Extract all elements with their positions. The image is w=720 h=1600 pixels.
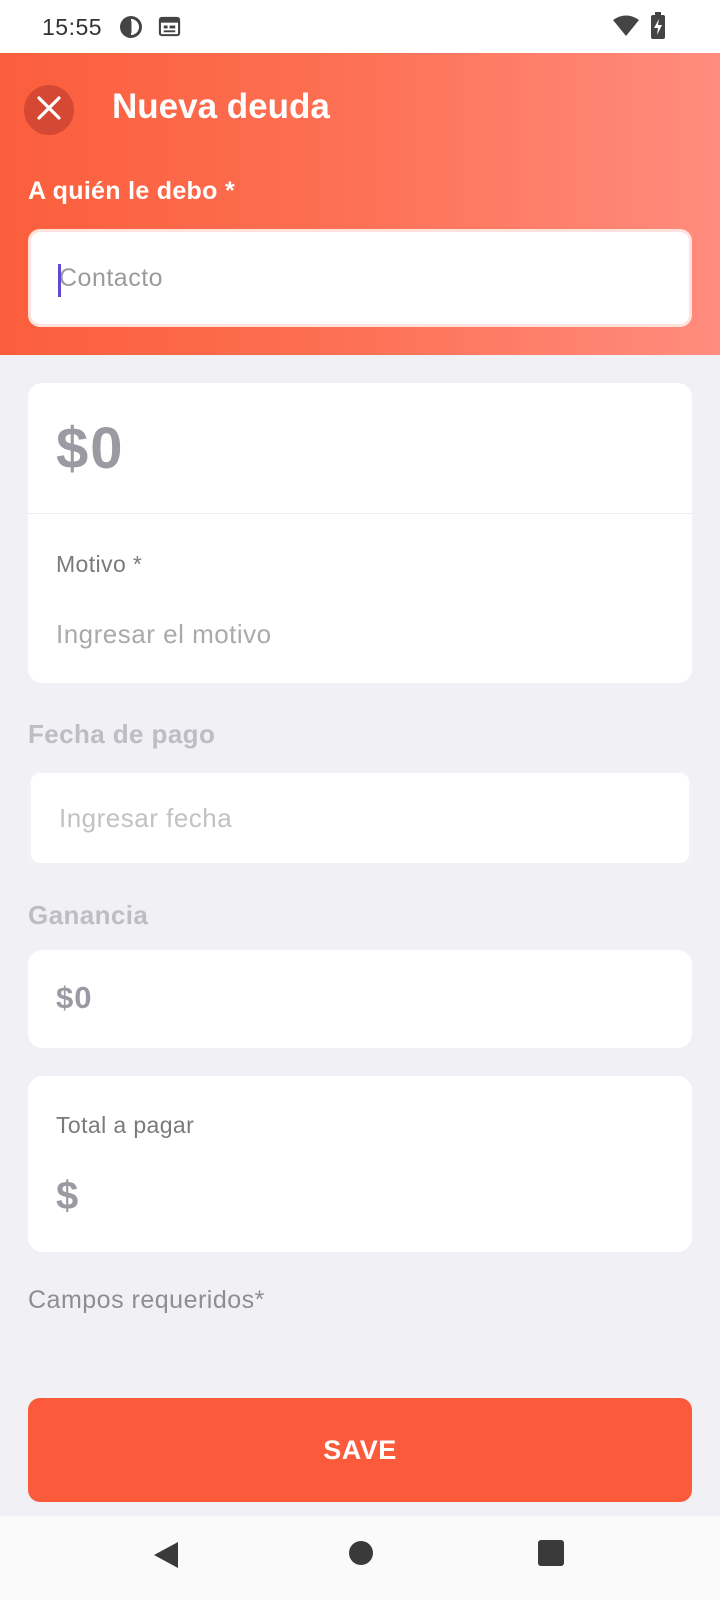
reason-label: Motivo * xyxy=(56,551,143,577)
status-time: 15:55 xyxy=(42,14,103,40)
amount-card: $0 Motivo * Ingresar el motivo xyxy=(28,383,692,683)
payment-date-input[interactable]: Ingresar fecha xyxy=(28,770,692,866)
back-icon[interactable] xyxy=(152,1540,180,1570)
contact-label: A quién le debo * xyxy=(28,177,235,205)
profit-value: $0 xyxy=(56,980,93,1015)
text-cursor xyxy=(58,264,61,297)
contact-input[interactable]: Contacto xyxy=(28,229,692,327)
profit-label: Ganancia xyxy=(28,900,149,930)
home-icon[interactable] xyxy=(348,1540,374,1566)
profit-input[interactable]: $0 xyxy=(28,950,692,1048)
calendar-icon xyxy=(158,15,181,43)
page-title: Nueva deuda xyxy=(112,87,330,126)
navigation-bar xyxy=(0,1516,720,1600)
payment-date-label: Fecha de pago xyxy=(28,719,216,749)
recents-icon[interactable] xyxy=(538,1540,564,1566)
required-fields-note: Campos requeridos* xyxy=(28,1286,265,1314)
status-bar: 15:55 xyxy=(0,0,720,53)
reason-input[interactable]: Ingresar el motivo xyxy=(56,619,272,650)
header: Nueva deuda A quién le debo * Contacto xyxy=(0,53,720,355)
total-label: Total a pagar xyxy=(56,1112,195,1138)
wifi-icon xyxy=(612,14,640,43)
close-icon xyxy=(36,95,62,126)
total-card: Total a pagar $ xyxy=(28,1076,692,1252)
save-button[interactable]: SAVE xyxy=(28,1398,692,1502)
amount-input[interactable]: $0 xyxy=(56,415,125,482)
contact-placeholder: Contacto xyxy=(59,264,164,292)
payment-date-placeholder: Ingresar fecha xyxy=(59,803,233,833)
divider xyxy=(28,513,692,514)
battery-charging-icon xyxy=(650,12,666,45)
close-button[interactable] xyxy=(24,85,74,135)
total-value: $ xyxy=(56,1174,79,1218)
sync-icon xyxy=(119,15,143,44)
